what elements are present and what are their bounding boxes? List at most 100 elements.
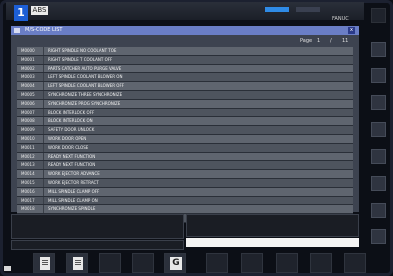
mcode-cell: M0017 bbox=[17, 196, 44, 205]
side-key-9[interactable] bbox=[371, 229, 386, 244]
mcode-cell: M0018 bbox=[17, 205, 44, 214]
mcode-cell: M0016 bbox=[17, 187, 44, 196]
mcode-table: M0000 RIGHT SPINDLE NO COOLANT TOE M0001 RI… bbox=[17, 47, 353, 223]
table-row[interactable]: M0001 RIGHT SPINDLE T COOLANT OFF bbox=[17, 55, 353, 65]
message-cell: READY NEXT FUNCTION bbox=[48, 162, 96, 168]
table-row[interactable]: M0004 LEFT SPINDLE COOLANT BLOWER OFF bbox=[17, 82, 353, 91]
message-cell: SYNCHRONIZE PROG SYNCHRONIZE bbox=[48, 100, 121, 106]
mcode-cell: M0005 bbox=[17, 90, 44, 99]
message-cell: LEFT SPINDLE COOLANT BLOWER OFF bbox=[48, 83, 125, 89]
table-row[interactable]: M0008 BLOCK INTERLOCK ON bbox=[17, 117, 353, 127]
table-row[interactable]: M0007 BLOCK INTERLOCK OFF bbox=[17, 108, 353, 118]
side-key-8[interactable] bbox=[371, 203, 386, 218]
table-row[interactable]: M0012 READY NEXT FUNCTION bbox=[17, 152, 353, 162]
table-row[interactable]: M0002 PARTS CATCHER AUTO PURGE VALVE bbox=[17, 64, 353, 74]
mcode-cell: M0000 bbox=[17, 47, 44, 55]
control-brand-label: FANUC bbox=[332, 16, 349, 22]
table-row[interactable]: M0006 SYNCHRONIZE PROG SYNCHRONIZE bbox=[17, 99, 353, 109]
message-cell: SYNCHRONIZE SPINDLE bbox=[48, 206, 96, 212]
mcode-cell: M0008 bbox=[17, 117, 44, 126]
window-title: M/S-CODE LIST bbox=[25, 27, 63, 33]
inactive-mode-button[interactable] bbox=[296, 7, 320, 12]
softkey-7[interactable] bbox=[241, 253, 263, 273]
message-cell: MILL SPINDLE CLAMP ON bbox=[48, 197, 98, 203]
message-cell: SYNCHRONIZE THREE SYNCHRONIZE bbox=[48, 91, 123, 97]
mcode-cell: M0001 bbox=[17, 55, 44, 64]
softkey-8[interactable] bbox=[276, 253, 298, 273]
softkey-3[interactable] bbox=[99, 253, 121, 273]
message-cell: SAFETY DOOR UNLOCK bbox=[48, 127, 95, 133]
table-row[interactable]: M0013 READY NEXT FUNCTION bbox=[17, 161, 353, 171]
message-cell: BLOCK INTERLOCK OFF bbox=[48, 109, 95, 115]
table-row[interactable]: M0016 MILL SPINDLE CLAMP OFF bbox=[17, 187, 353, 197]
message-cell: LEFT SPINDLE COOLANT BLOWER ON bbox=[48, 74, 123, 80]
top-header: 1 ABS FANUC bbox=[6, 2, 364, 22]
side-key-4[interactable] bbox=[371, 95, 386, 110]
document-icon bbox=[73, 257, 83, 270]
table-row[interactable]: M0011 WORK DOOR CLOSE bbox=[17, 143, 353, 153]
mcode-cell: M0002 bbox=[17, 64, 44, 73]
table-row[interactable]: M0003 LEFT SPINDLE COOLANT BLOWER ON bbox=[17, 73, 353, 83]
mcode-cell: M0006 bbox=[17, 99, 44, 108]
page-current: 1 bbox=[317, 38, 321, 44]
softkey-10[interactable] bbox=[344, 253, 366, 273]
list-icon bbox=[14, 28, 20, 33]
mcode-cell: M0011 bbox=[17, 143, 44, 152]
mcode-cell: M0009 bbox=[17, 126, 44, 134]
side-key-3[interactable] bbox=[371, 68, 386, 83]
table-row[interactable]: M0009 SAFETY DOOR UNLOCK bbox=[17, 126, 353, 135]
message-cell: BLOCK INTERLOCK ON bbox=[48, 118, 93, 124]
side-key-5[interactable] bbox=[371, 122, 386, 137]
table-row[interactable]: M0000 RIGHT SPINDLE NO COOLANT TOE bbox=[17, 47, 353, 56]
mcode-cell: M0015 bbox=[17, 178, 44, 187]
pager: Page 1 / 11 bbox=[11, 35, 359, 47]
document-icon bbox=[40, 257, 50, 270]
side-key-2[interactable] bbox=[371, 42, 386, 57]
table-row[interactable]: M0010 WORK DOOR OPEN bbox=[17, 134, 353, 144]
corner-indicator bbox=[4, 266, 11, 271]
message-cell: WORK EJECTOR ADVANCE bbox=[48, 171, 100, 177]
message-cell: PARTS CATCHER AUTO PURGE VALVE bbox=[48, 65, 122, 71]
page-separator: / bbox=[330, 38, 332, 44]
message-cell: MILL SPINDLE CLAMP OFF bbox=[48, 188, 100, 194]
softkey-2[interactable] bbox=[66, 253, 88, 273]
channel-badge[interactable]: 1 bbox=[14, 5, 28, 21]
message-cell: WORK EJECTOR RETRACT bbox=[48, 179, 99, 185]
abs-mode-button[interactable]: ABS bbox=[31, 6, 48, 15]
side-key-6[interactable] bbox=[371, 149, 386, 164]
mcode-list-window: M/S-CODE LIST x Page 1 / 11 M0000 RIGHT S… bbox=[11, 26, 359, 223]
mcode-cell: M0003 bbox=[17, 73, 44, 82]
table-row[interactable]: M0014 WORK EJECTOR ADVANCE bbox=[17, 170, 353, 179]
mcode-cell: M0013 bbox=[17, 161, 44, 170]
message-cell: WORK DOOR CLOSE bbox=[48, 144, 89, 150]
page-label: Page bbox=[300, 38, 313, 44]
message-cell: RIGHT SPINDLE T COOLANT OFF bbox=[48, 56, 113, 62]
key-input-field[interactable] bbox=[186, 238, 359, 247]
message-cell: RIGHT SPINDLE NO COOLANT TOE bbox=[48, 48, 117, 53]
input-strip bbox=[11, 240, 184, 250]
mcode-cell: M0014 bbox=[17, 170, 44, 178]
window-title-bar: M/S-CODE LIST x bbox=[11, 26, 359, 35]
softkey-5[interactable]: G bbox=[164, 253, 186, 273]
table-row[interactable]: M0005 SYNCHRONIZE THREE SYNCHRONIZE bbox=[17, 90, 353, 100]
close-button[interactable]: x bbox=[348, 27, 355, 34]
table-row[interactable]: M0017 MILL SPINDLE CLAMP ON bbox=[17, 196, 353, 206]
lower-left-panel bbox=[11, 214, 184, 239]
softkey-9[interactable] bbox=[310, 253, 332, 273]
side-key-1[interactable] bbox=[371, 8, 386, 23]
mcode-cell: M0010 bbox=[17, 134, 44, 143]
g-code-icon: G bbox=[170, 257, 182, 270]
mcode-cell: M0012 bbox=[17, 152, 44, 161]
softkey-4[interactable] bbox=[132, 253, 154, 273]
message-cell: WORK DOOR OPEN bbox=[48, 135, 87, 141]
page-total: 11 bbox=[342, 38, 349, 44]
message-cell: READY NEXT FUNCTION bbox=[48, 153, 96, 159]
active-mode-button[interactable] bbox=[265, 7, 289, 12]
lower-right-panel bbox=[186, 214, 359, 237]
softkey-6[interactable] bbox=[206, 253, 228, 273]
table-row[interactable]: M0018 SYNCHRONIZE SPINDLE bbox=[17, 205, 353, 215]
table-row[interactable]: M0015 WORK EJECTOR RETRACT bbox=[17, 178, 353, 188]
mcode-cell: M0007 bbox=[17, 108, 44, 117]
softkey-1[interactable] bbox=[33, 253, 55, 273]
side-key-7[interactable] bbox=[371, 176, 386, 191]
